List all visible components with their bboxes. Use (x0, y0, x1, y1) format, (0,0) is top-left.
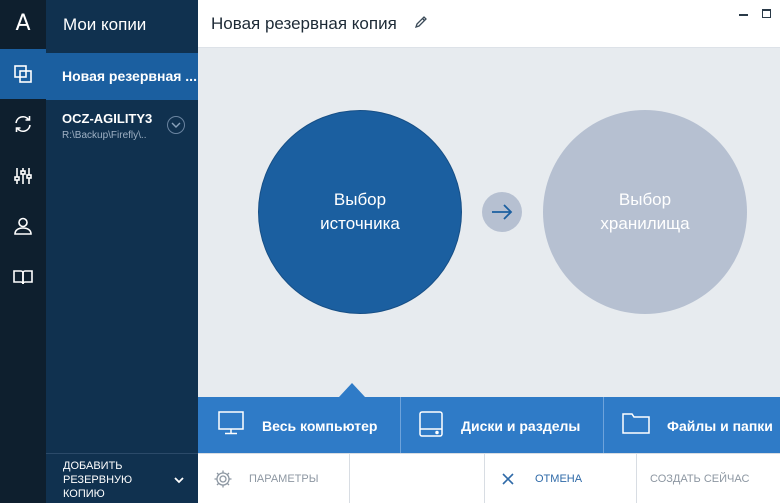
sync-icon (15, 115, 31, 133)
page-title: Новая резервная копия (211, 14, 397, 33)
source-select-button[interactable]: Выбор источника (258, 110, 462, 314)
backup-item-name: Новая резервная ... (62, 68, 197, 84)
rail-account[interactable] (0, 201, 46, 251)
disks-label: Диски и разделы (461, 418, 581, 434)
cancel-label: ОТМЕНА (535, 473, 583, 485)
account-icon (14, 217, 32, 235)
add-backup-button[interactable]: ДОБАВИТЬ РЕЗЕРВНУЮ КОПИЮ (46, 453, 198, 503)
settings-button[interactable]: ПАРАМЕТРЫ (198, 454, 349, 503)
backup-item-new[interactable]: Новая резервная ... (46, 53, 198, 100)
app-logo: A (15, 10, 31, 36)
source-type-bar: Весь компьютер Диски и разделы Файлы и п… (198, 397, 780, 453)
source-select-label: Выбор источника (320, 190, 400, 233)
tools-icon (14, 168, 32, 184)
rail-help[interactable] (0, 252, 46, 302)
files-label: Файлы и папки (667, 418, 773, 434)
arrow-right-icon (482, 192, 522, 232)
destination-select-label: Выбор хранилища (600, 190, 690, 233)
expand-button[interactable] (167, 116, 185, 134)
disks-button[interactable]: Диски и разделы (401, 397, 603, 453)
cancel-button[interactable]: ОТМЕНА (485, 454, 636, 503)
nav-rail: A (0, 0, 46, 503)
chevron-down-icon (174, 477, 184, 484)
close-icon (502, 473, 514, 485)
edit-pencil-icon[interactable] (414, 15, 428, 29)
selection-pointer (339, 383, 365, 397)
backups-icon (14, 65, 32, 83)
help-book-icon (13, 270, 33, 285)
maximize-button[interactable] (762, 9, 771, 18)
disk-icon (419, 411, 443, 437)
destination-select-button[interactable]: Выбор хранилища (543, 110, 747, 314)
backup-item-path: R:\Backup\Firefly\.. (62, 130, 147, 141)
header: Новая резервная копия (198, 0, 780, 48)
chevron-down-icon (171, 122, 181, 128)
rail-tools[interactable] (0, 151, 46, 201)
settings-label: ПАРАМЕТРЫ (249, 473, 319, 485)
folder-icon (622, 413, 650, 434)
backup-item-ocz[interactable]: OCZ-AGILITY3 R:\Backup\Firefly\.. (46, 100, 198, 155)
create-now-button[interactable]: СОЗДАТЬ СЕЙЧАС (637, 454, 780, 503)
backup-list-panel: Мои копии Новая резервная ... OCZ-AGILIT… (46, 0, 198, 503)
whole-pc-button[interactable]: Весь компьютер (198, 397, 400, 453)
divider (349, 454, 350, 503)
rail-backups[interactable] (0, 49, 46, 99)
gear-icon (214, 470, 232, 488)
main-area: Выбор источника Выбор хранилища (198, 48, 780, 397)
create-now-label: СОЗДАТЬ СЕЙЧАС (650, 473, 750, 485)
backup-item-name: OCZ-AGILITY3 (62, 111, 153, 126)
monitor-icon (218, 411, 244, 435)
whole-pc-label: Весь компьютер (262, 418, 378, 434)
footer-toolbar: ПАРАМЕТРЫ ОТМЕНА СОЗДАТЬ СЕЙЧАС (198, 453, 780, 503)
panel-title: Мои копии (63, 15, 147, 34)
add-backup-label: ДОБАВИТЬ РЕЗЕРВНУЮ КОПИЮ (63, 460, 133, 500)
rail-sync[interactable] (0, 99, 46, 149)
files-button[interactable]: Файлы и папки (604, 397, 780, 453)
minimize-button[interactable] (739, 10, 748, 16)
